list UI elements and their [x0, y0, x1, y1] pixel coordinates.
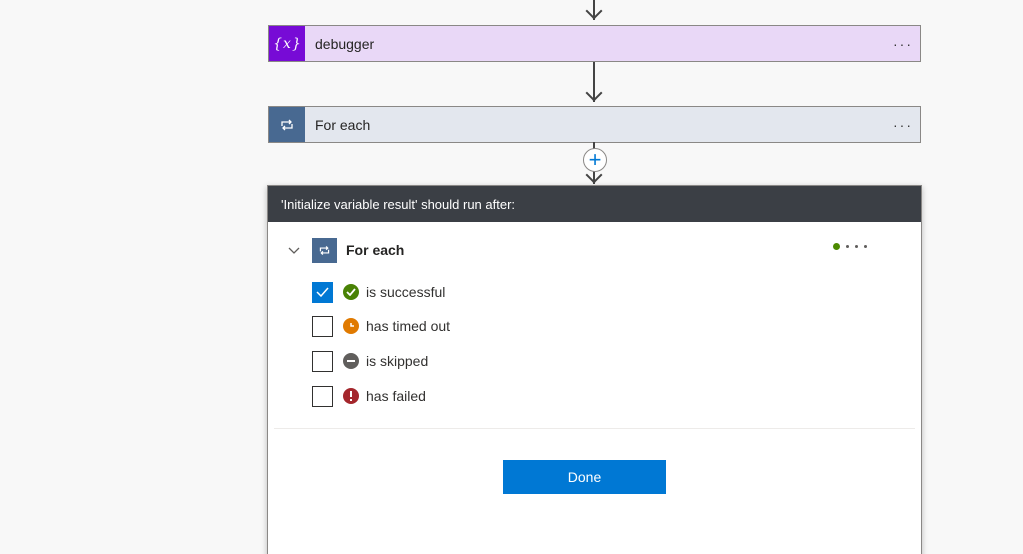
divider [274, 428, 915, 429]
dot-icon [855, 245, 858, 248]
checkbox-is-successful[interactable] [312, 281, 333, 303]
connector-middle-arrowhead [585, 84, 603, 102]
status-dot-icon [833, 243, 840, 250]
option-is-skipped[interactable]: is skipped [312, 350, 428, 372]
loop-icon [312, 237, 337, 263]
loop-icon [269, 107, 305, 142]
foreach-step-card[interactable]: For each ··· [268, 106, 921, 143]
success-icon [343, 284, 359, 300]
plus-icon: + [588, 147, 602, 172]
check-icon [316, 287, 329, 297]
add-step-button[interactable]: + [583, 148, 607, 172]
group-more-options[interactable] [833, 243, 867, 250]
skipped-icon [343, 353, 359, 369]
dot-icon [864, 245, 867, 248]
run-after-group: For each [288, 237, 901, 263]
option-label: has failed [366, 388, 426, 404]
step-title: debugger [315, 35, 375, 52]
connector-top-arrowhead [585, 2, 603, 20]
checkbox-has-failed[interactable] [312, 385, 333, 407]
done-button[interactable]: Done [503, 460, 666, 494]
group-title: For each [346, 242, 405, 258]
debugger-step-card[interactable]: {x} debugger ··· [268, 25, 921, 62]
more-options-button[interactable]: ··· [886, 117, 920, 133]
dot-icon [846, 245, 849, 248]
timeout-icon [343, 318, 359, 334]
failed-icon [343, 388, 359, 404]
option-is-successful[interactable]: is successful [312, 281, 445, 303]
option-has-timed-out[interactable]: has timed out [312, 315, 450, 337]
run-after-panel: 'Initialize variable result' should run … [267, 185, 922, 554]
option-label: is skipped [366, 353, 429, 369]
step-title: For each [315, 116, 371, 133]
checkbox-is-skipped[interactable] [312, 350, 333, 372]
option-has-failed[interactable]: has failed [312, 385, 426, 407]
more-options-button[interactable]: ··· [886, 36, 920, 52]
panel-header: 'Initialize variable result' should run … [268, 186, 921, 222]
chevron-down-icon[interactable] [288, 243, 306, 258]
option-label: is successful [366, 284, 446, 300]
variable-icon: {x} [269, 26, 305, 61]
option-label: has timed out [366, 318, 451, 334]
checkbox-has-timed-out[interactable] [312, 315, 333, 337]
